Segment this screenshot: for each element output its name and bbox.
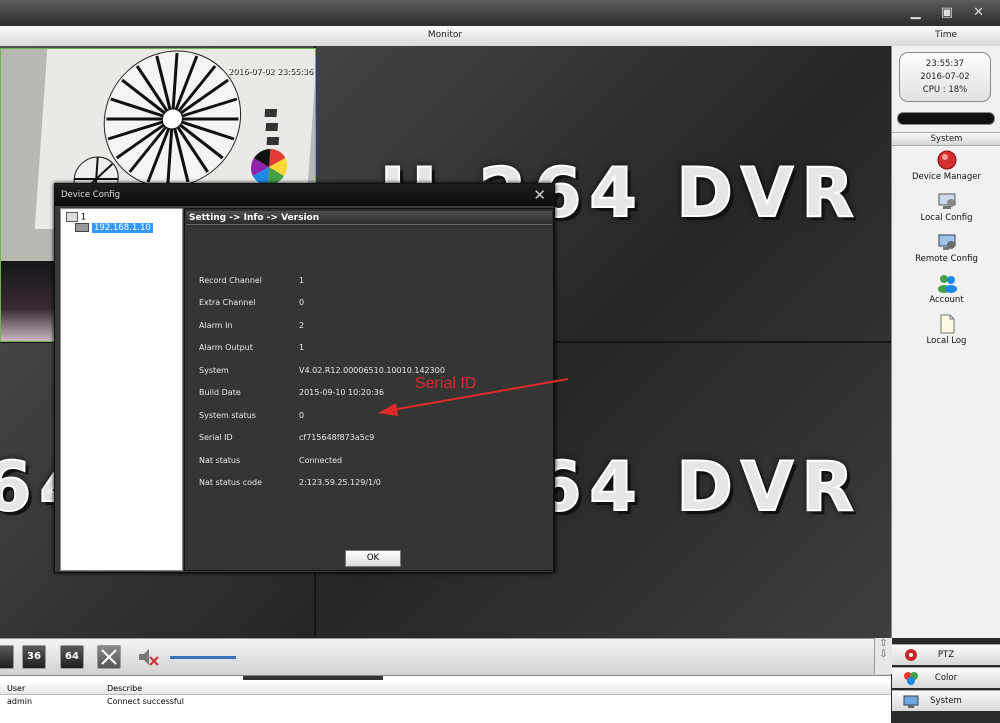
clock-date: 2016-07-02	[920, 72, 970, 82]
tree-device-label: 192.168.1.10	[92, 223, 153, 233]
close-icon[interactable]: ✕	[533, 186, 546, 204]
device-tree: 1 192.168.1.10	[60, 208, 183, 571]
window-titlebar: ▁ ▣ ✕	[0, 0, 1000, 26]
breadcrumb: Setting -> Info -> Version	[186, 211, 552, 225]
local-config-icon	[937, 191, 957, 211]
device-icon	[75, 223, 89, 232]
local-config-button[interactable]: Local Config	[892, 191, 1000, 223]
fullscreen-icon	[101, 649, 117, 665]
info-key: Alarm Output	[199, 343, 253, 352]
camera-timestamp: 2016-07-02 23:55:36	[228, 67, 313, 76]
account-label: Account	[929, 295, 964, 305]
arrow-up-icon[interactable]: ⇧	[875, 638, 892, 649]
layout-16-button[interactable]	[0, 645, 14, 669]
ok-button[interactable]: OK	[345, 550, 401, 567]
remote-config-label: Remote Config	[915, 254, 978, 264]
info-row-alarm-in: Alarm In 2	[199, 321, 539, 335]
info-value: 0	[299, 298, 305, 307]
log-splitter[interactable]	[243, 676, 383, 680]
info-value: 2	[299, 321, 305, 330]
info-row-extra-channel: Extra Channel 0	[199, 298, 539, 312]
log-header: User Describe	[0, 683, 891, 695]
dialog-titlebar[interactable]: Device Config ✕	[55, 184, 554, 206]
remote-config-icon	[937, 232, 957, 252]
info-key: Nat status	[199, 456, 241, 465]
log-cell-describe: Connect successful	[107, 697, 185, 706]
info-row-record-channel: Record Channel 1	[199, 276, 539, 290]
column-user[interactable]: User	[7, 683, 25, 694]
ptz-button[interactable]: PTZ	[892, 644, 1000, 665]
cpu-usage: CPU : 18%	[922, 85, 968, 95]
local-log-label: Local Log	[926, 336, 967, 346]
dialog-title: Device Config	[61, 190, 121, 200]
layout-64-button[interactable]: 64	[60, 645, 84, 669]
right-panel: 23:55:37 2016-07-02 CPU : 18% System Dev…	[891, 46, 1000, 638]
color-button[interactable]: Color	[892, 667, 1000, 688]
local-log-button[interactable]: Local Log	[892, 314, 1000, 346]
device-group-icon	[66, 212, 78, 222]
system-icon	[902, 693, 920, 709]
volume-slider[interactable]	[170, 656, 236, 659]
arrow-down-icon[interactable]: ⇩	[875, 649, 892, 660]
device-manager-icon	[937, 150, 957, 170]
info-row-serial-id: Serial ID cf715648f873a5c9	[199, 433, 539, 447]
status-bar	[897, 112, 995, 125]
info-value: 1	[299, 343, 305, 352]
log-table: User Describe admin Connect successful	[0, 675, 891, 723]
info-row-nat-status: Nat status Connected	[199, 456, 539, 470]
tree-device-item[interactable]: 192.168.1.10	[75, 223, 153, 233]
info-row-alarm-output: Alarm Output 1	[199, 343, 539, 357]
system-button[interactable]: System	[892, 690, 1000, 711]
log-cell-user: admin	[7, 697, 33, 706]
info-key: Alarm In	[199, 321, 233, 330]
tree-root-label: 1	[80, 212, 87, 223]
speaker-muted-icon	[139, 649, 159, 666]
ptz-icon	[902, 647, 920, 663]
system-header: System	[892, 132, 1000, 146]
color-icon	[902, 670, 920, 686]
account-button[interactable]: Account	[892, 273, 1000, 305]
account-icon	[937, 273, 957, 293]
annotation-arrow-icon	[378, 378, 569, 416]
monitor-title: Monitor	[427, 30, 463, 40]
info-key: Nat status code	[199, 478, 262, 487]
fullscreen-button[interactable]	[97, 645, 121, 669]
serial-id-value: cf715648f873a5c9	[299, 433, 375, 442]
window-controls[interactable]: ▁ ▣ ✕	[911, 5, 992, 20]
info-key: System status	[199, 411, 256, 420]
tree-root-item[interactable]: 1	[66, 212, 86, 223]
info-value: Connected	[299, 456, 343, 465]
clock-time: 23:55:37	[925, 59, 965, 69]
info-row-nat-status-code: Nat status code 2:123.59.25.129/1/0	[199, 478, 539, 492]
system-label: System	[930, 696, 962, 706]
local-config-label: Local Config	[920, 213, 973, 223]
clock-panel: 23:55:37 2016-07-02 CPU : 18%	[899, 52, 991, 102]
info-key: Serial ID	[199, 433, 233, 442]
info-key: Build Date	[199, 388, 241, 397]
remote-config-button[interactable]: Remote Config	[892, 232, 1000, 264]
info-value: 0	[299, 411, 305, 420]
toolbar-scroll[interactable]: ⇧ ⇩	[874, 638, 892, 674]
layout-36-button[interactable]: 36	[22, 645, 46, 669]
color-label: Color	[934, 673, 958, 683]
column-describe[interactable]: Describe	[107, 683, 142, 694]
device-manager-button[interactable]: Device Manager	[892, 150, 1000, 182]
info-key: System	[199, 366, 229, 375]
mute-button[interactable]	[136, 646, 160, 668]
ptz-label: PTZ	[937, 650, 955, 660]
info-value: 1	[299, 276, 305, 285]
time-title: Time	[934, 30, 958, 40]
info-key: Extra Channel	[199, 298, 256, 307]
local-log-icon	[937, 314, 957, 334]
bottom-toolbar: 36 64	[0, 638, 891, 675]
info-key: Record Channel	[199, 276, 263, 285]
device-manager-label: Device Manager	[911, 172, 982, 182]
info-value: 2:123.59.25.129/1/0	[299, 478, 381, 487]
